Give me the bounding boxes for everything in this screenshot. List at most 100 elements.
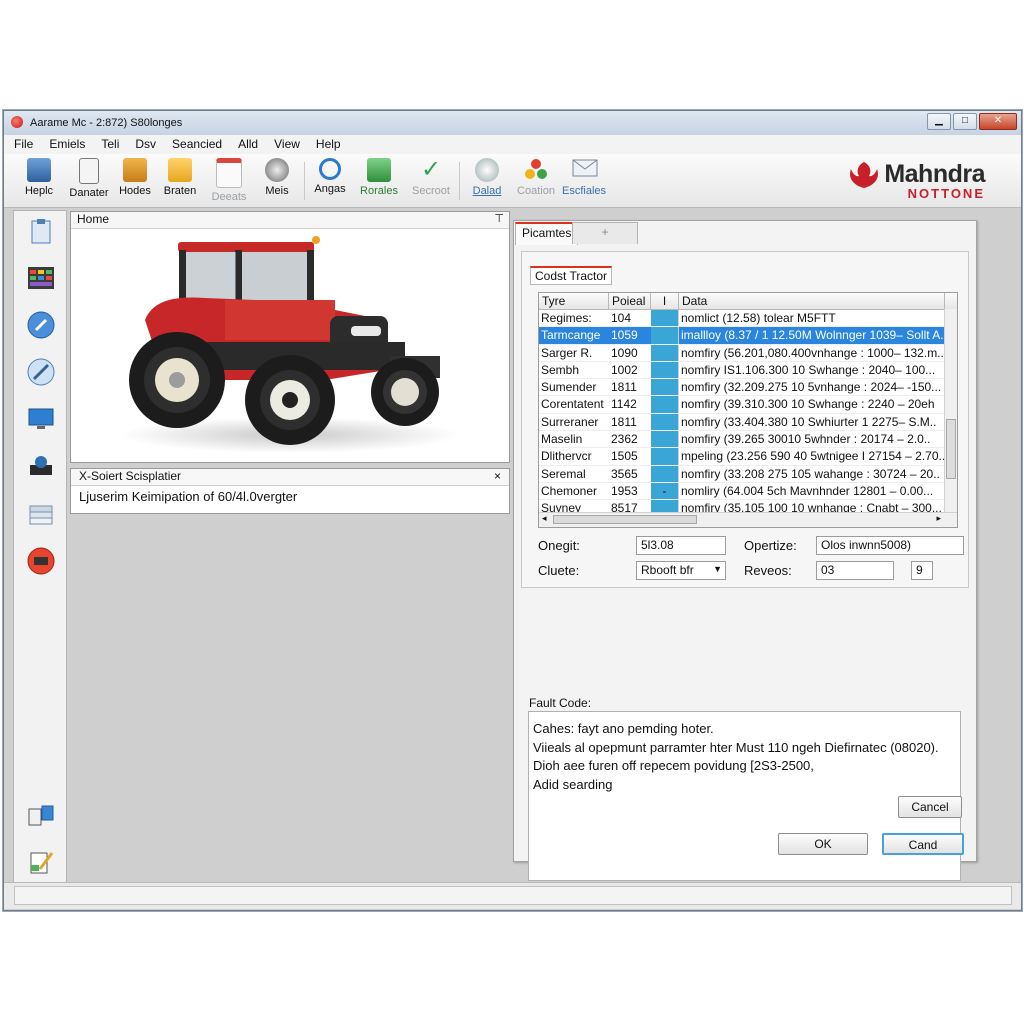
table-cell: 2362 xyxy=(611,432,638,447)
app-icon xyxy=(11,116,23,128)
sidebar-engine-icon[interactable] xyxy=(26,546,56,576)
reveos-field[interactable]: 03 xyxy=(816,561,894,580)
menu-dsv[interactable]: Dsv xyxy=(125,135,162,154)
maximize-button[interactable]: □ xyxy=(953,113,977,130)
table-cell xyxy=(651,413,679,431)
sidebar-stack-icon[interactable] xyxy=(26,498,56,528)
table-cell xyxy=(651,379,679,396)
toolbar-heplc-button[interactable]: Heplc xyxy=(14,158,64,197)
table-row[interactable]: Tarmcange 1059 imallloy (8.37 / 1 12.50M W… xyxy=(539,327,957,345)
status-bar xyxy=(4,882,1021,909)
vertical-scrollbar[interactable] xyxy=(944,309,957,512)
cancel-button[interactable]: Cancel xyxy=(898,796,962,818)
fault-line: Cahes: fayt ano pemding hoter. xyxy=(533,721,714,736)
table-cell: 1811 xyxy=(611,414,637,429)
menu-help[interactable]: Help xyxy=(306,135,347,154)
home-panel-header: Home ⊤ xyxy=(71,212,509,229)
table-row[interactable]: Surreraner 1811 nomfiry (33.404.380 10 Swh… xyxy=(539,413,957,432)
fault-code-textarea[interactable]: Cahes: fayt ano pemding hoter. Viieals a… xyxy=(528,711,961,881)
toolbar-rorales-button[interactable]: Rorales xyxy=(354,158,404,197)
table-cell: nomfiry (39.310.300 10 Swhange : 2240 – … xyxy=(681,397,935,412)
table-cell: nomfiry (33.208 275 105 wahange : 30724 … xyxy=(681,466,940,481)
column-header-data[interactable]: Data xyxy=(679,293,945,309)
notebook-icon xyxy=(168,158,192,182)
cand-button[interactable]: Cand xyxy=(882,833,964,855)
parameter-grid[interactable]: Tyre Poieal I Data Regimes: 104 nomlict (1… xyxy=(538,292,958,528)
table-row[interactable]: Corentatent 1142 nomfiry (39.310.300 10 Sw… xyxy=(539,396,957,414)
pin-icon[interactable]: ⊤ xyxy=(494,212,504,225)
opertize-label: Opertize: xyxy=(744,538,797,553)
menu-bar: File Emiels Teli Dsv Seancied Alld View … xyxy=(4,135,1021,155)
table-cell: Surreraner xyxy=(541,414,599,429)
table-row[interactable]: Seremal 3565 nomfiry (33.208 275 105 wahan… xyxy=(539,465,957,483)
table-cell xyxy=(651,396,679,413)
table-cell: 104 xyxy=(611,311,632,325)
checkmark-icon: ✓ xyxy=(420,156,442,183)
status-field xyxy=(14,886,1012,905)
grid-header: Tyre Poieal I Data xyxy=(539,293,957,310)
tractor-image xyxy=(75,230,505,458)
document-icon xyxy=(79,158,99,184)
sidebar-monitor-icon[interactable] xyxy=(26,404,56,434)
toolbar-secroot-button[interactable]: ✓ Secroot xyxy=(406,156,456,198)
sidebar-files-icon[interactable] xyxy=(26,801,56,831)
tab-picamtes[interactable]: Picamtes xyxy=(515,222,579,245)
table-row[interactable]: Sarger R. 1090 nomfiry (56.201,080.400vnha… xyxy=(539,344,957,362)
tab-add[interactable]: + xyxy=(572,222,638,244)
table-cell: 1953 xyxy=(611,483,638,498)
briefcase-icon xyxy=(123,158,147,182)
table-row[interactable]: Chemoner 1953- nomliry (64.004 5ch Mavnhnd… xyxy=(539,482,957,501)
ok-button[interactable]: OK xyxy=(778,833,868,855)
column-header-tyre[interactable]: Tyre xyxy=(539,293,609,309)
menu-view[interactable]: View xyxy=(264,135,306,154)
menu-alld[interactable]: Alld xyxy=(228,135,264,154)
toolbar-hodes-button[interactable]: Hodes xyxy=(110,158,160,197)
table-row[interactable]: Sembh 1002 nomfiry IS1.106.300 10 Swhange … xyxy=(539,361,957,380)
column-header-i[interactable]: I xyxy=(651,293,679,309)
menu-file[interactable]: File xyxy=(4,135,39,154)
cluete-selected-value: Rbooft bfr xyxy=(641,563,694,577)
sidebar-scanner-icon[interactable] xyxy=(26,451,56,481)
table-cell xyxy=(651,465,679,482)
sidebar-compass-icon[interactable] xyxy=(26,310,56,340)
table-row[interactable]: Maselin 2362 nomfiry (39.265 30010 5whnder… xyxy=(539,431,957,449)
table-row[interactable]: Sumender 1811 nomfiry (32.209.275 10 5vnha… xyxy=(539,379,957,397)
fault-code-label: Fault Code: xyxy=(529,696,592,710)
toolbar-dalad-button[interactable]: Dalad xyxy=(462,158,512,197)
toolbar-danater-button[interactable]: Danater xyxy=(64,158,114,199)
toolbar-escfiales-button[interactable]: Escfiales xyxy=(559,158,609,197)
minimize-button[interactable]: ▁ xyxy=(927,113,951,130)
toolbar-coation-button[interactable]: Coation xyxy=(511,158,561,197)
fault-line: Adid searding xyxy=(533,776,613,792)
close-icon[interactable]: × xyxy=(494,469,501,483)
table-cell: Sembh xyxy=(541,362,580,377)
reveos-count-field[interactable]: 9 xyxy=(911,561,933,580)
sidebar-edit-document-icon[interactable] xyxy=(26,847,56,877)
sidebar-spreadsheet-icon[interactable] xyxy=(26,263,56,293)
onegit-field[interactable]: 5l3.08 xyxy=(636,536,726,555)
horizontal-scrollbar[interactable]: ◂ ▸ xyxy=(539,512,957,527)
sidebar xyxy=(13,210,67,884)
cluete-select[interactable]: Rbooft bfr ▼ xyxy=(636,561,726,580)
table-cell: 1142 xyxy=(611,397,637,412)
table-cell: Seremal xyxy=(541,466,586,481)
brand-name: Mahndra xyxy=(884,160,985,188)
toolbar-meis-button[interactable]: Meis xyxy=(252,158,302,197)
sidebar-clipboard-icon[interactable] xyxy=(26,217,56,247)
toolbar-braten-button[interactable]: Braten xyxy=(155,158,205,197)
menu-emiels[interactable]: Emiels xyxy=(39,135,91,154)
menu-teli[interactable]: Teli xyxy=(91,135,125,154)
close-button[interactable]: ✕ xyxy=(979,113,1017,130)
table-row[interactable]: Dlithervcr 1505 mpeling (23.256 590 40 5wt… xyxy=(539,448,957,466)
column-header-poieal[interactable]: Poieal xyxy=(609,293,651,309)
window-title: Aarame Mc - 2:872) S80longes xyxy=(30,117,183,129)
toolbar-angas-button[interactable]: Angas xyxy=(305,158,355,195)
menu-seancied[interactable]: Seancied xyxy=(162,135,228,154)
table-row[interactable]: Regimes: 104 nomlict (12.58) tolear M5FTT xyxy=(539,310,957,328)
opertize-field[interactable]: Olos inwnn5008) xyxy=(816,536,964,555)
toolbar-deeats-button[interactable]: Deeats xyxy=(204,158,254,203)
table-cell: 1002 xyxy=(611,362,638,377)
sidebar-tools-icon[interactable] xyxy=(26,357,56,387)
table-cell: 1811 xyxy=(611,380,637,395)
table-cell: Chemoner xyxy=(541,483,598,498)
